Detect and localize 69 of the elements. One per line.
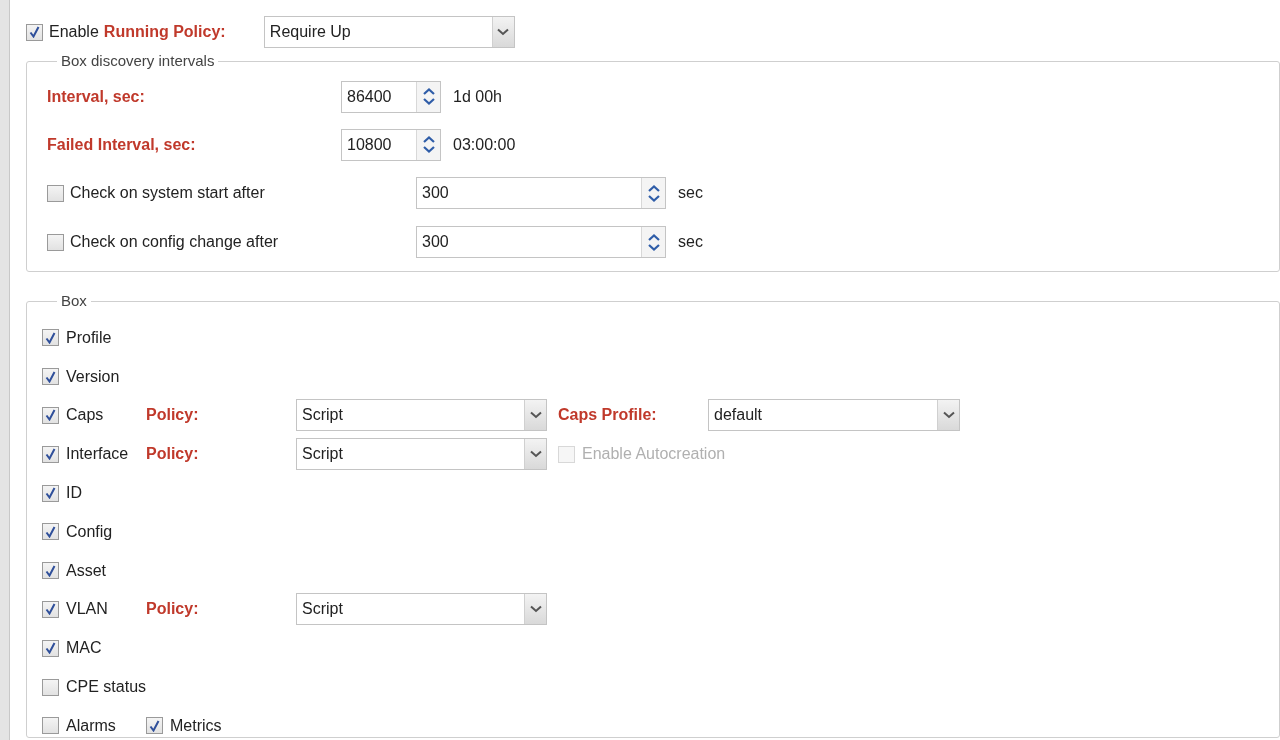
checkbox-label: Enable xyxy=(49,22,99,42)
checkbox[interactable] xyxy=(42,484,59,502)
checkbox-label: VLAN xyxy=(66,599,108,620)
checkbox[interactable] xyxy=(42,562,59,580)
chevron-down-icon xyxy=(529,411,542,420)
checkbox-label: Asset xyxy=(66,560,106,581)
unit-label: sec xyxy=(678,232,703,252)
checkbox-label: Check on config change after xyxy=(70,232,280,252)
field-label: Policy: xyxy=(146,405,200,426)
chevron-down-icon xyxy=(942,411,955,420)
checkmark-icon xyxy=(45,331,56,344)
checkbox[interactable] xyxy=(47,233,64,251)
unit-label: sec xyxy=(678,183,703,203)
field-label: Caps Profile: xyxy=(558,405,658,426)
chevron-down-icon xyxy=(497,28,510,36)
field-label: Policy: xyxy=(146,444,200,465)
fieldset-title: Box discovery intervals xyxy=(60,51,216,71)
dropdown[interactable]: Script xyxy=(296,399,547,432)
checkbox[interactable] xyxy=(42,678,59,696)
field-label: Failed Interval, sec: xyxy=(47,134,197,155)
checkbox[interactable] xyxy=(146,717,163,735)
chevron-down-icon xyxy=(529,605,542,614)
number-spinner-field[interactable]: 300 xyxy=(416,226,666,258)
checkbox[interactable] xyxy=(42,329,59,347)
checkmark-icon xyxy=(29,26,40,38)
checkbox-label: Enable Autocreation xyxy=(582,444,726,465)
checkbox[interactable] xyxy=(42,445,59,463)
checkbox-label: ID xyxy=(66,483,82,504)
checkmark-icon xyxy=(45,525,56,538)
checkbox-label: MAC xyxy=(66,638,102,659)
checkbox[interactable] xyxy=(42,639,59,657)
field-label: Interval, sec: xyxy=(47,86,146,107)
interval-hint: 03:00:00 xyxy=(453,134,516,155)
checkmark-icon xyxy=(149,719,160,732)
checkbox[interactable] xyxy=(42,368,59,386)
dropdown[interactable]: Require Up xyxy=(263,16,515,48)
checkbox-label: Config xyxy=(66,521,113,542)
dropdown[interactable]: Script xyxy=(296,593,547,626)
checkmark-icon xyxy=(45,409,56,422)
checkbox-label: Profile xyxy=(66,327,112,348)
chevron-down-icon xyxy=(529,450,542,459)
checkmark-icon xyxy=(45,642,56,655)
checkbox[interactable] xyxy=(42,717,59,735)
checkbox-label: Interface xyxy=(66,444,129,465)
checkbox[interactable] xyxy=(42,407,59,424)
checkbox-label: Version xyxy=(66,366,120,387)
number-spinner-field[interactable]: 300 xyxy=(416,177,666,209)
number-spinner-field[interactable]: 10800 xyxy=(341,128,441,161)
field-label: Running Policy: xyxy=(103,22,227,42)
checkbox[interactable] xyxy=(42,523,59,541)
dropdown[interactable]: Script xyxy=(296,438,547,471)
checkbox[interactable] xyxy=(47,184,64,202)
checkmark-icon xyxy=(45,603,56,616)
checkbox-label: CPE status xyxy=(66,677,147,698)
checkbox[interactable] xyxy=(42,600,59,618)
checkbox-label: Caps xyxy=(66,405,104,426)
field-label: Policy: xyxy=(146,599,200,620)
checkbox-label: Check on system start after xyxy=(70,183,266,203)
checkbox-label: Alarms xyxy=(66,715,116,736)
checkmark-icon xyxy=(45,370,56,383)
checkmark-icon xyxy=(45,448,56,461)
number-spinner-field[interactable]: 86400 xyxy=(341,80,441,113)
checkbox-label: Metrics xyxy=(170,715,222,736)
fieldset-title: Box xyxy=(60,291,88,311)
checkmark-icon xyxy=(45,487,56,500)
dropdown[interactable]: default xyxy=(708,399,960,432)
interval-hint: 1d 00h xyxy=(453,86,502,107)
checkmark-icon xyxy=(45,564,56,577)
checkbox[interactable] xyxy=(26,23,43,41)
